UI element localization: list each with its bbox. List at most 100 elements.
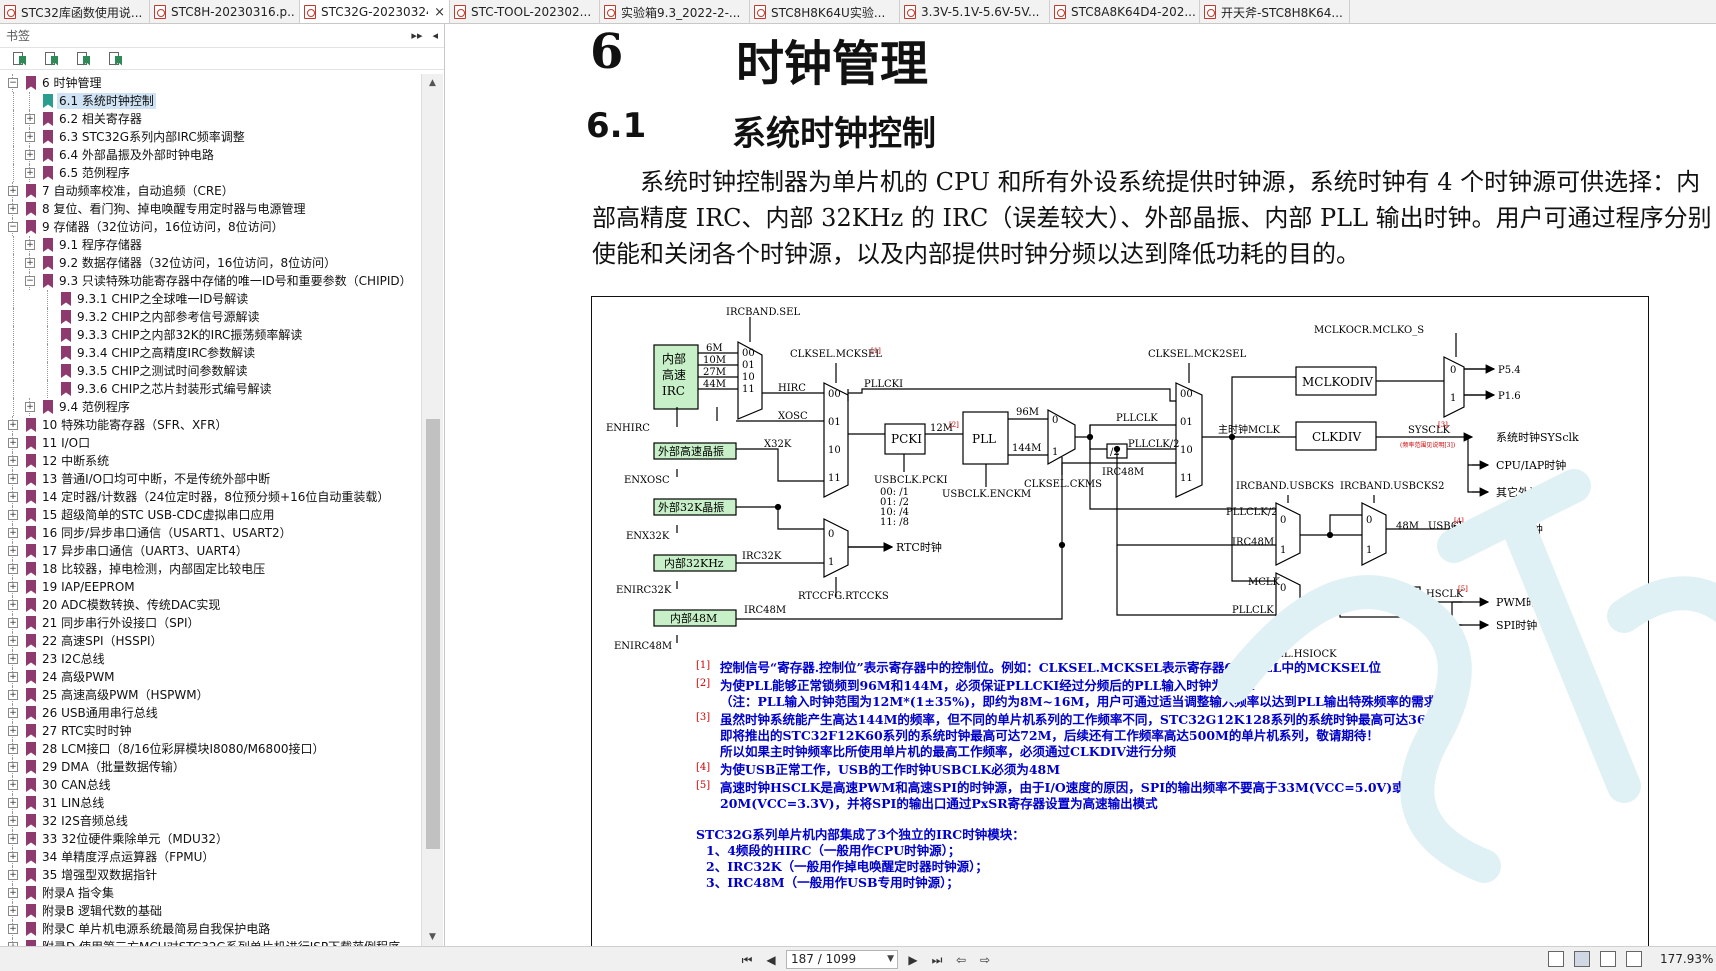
bookmark-item[interactable]: +6.3 STC32G系列内部IRC频率调整: [0, 128, 420, 146]
bookmark-item[interactable]: +6.5 范例程序: [0, 164, 420, 182]
expand-icon[interactable]: +: [25, 132, 35, 142]
first-page-icon[interactable]: ⏮: [738, 951, 756, 969]
tab-1[interactable]: STC8H-20230316.p...: [150, 0, 300, 23]
bookmark-item[interactable]: + 附录A 指令集: [0, 884, 420, 902]
close-tab-icon[interactable]: ×: [434, 5, 445, 20]
collapse-icon[interactable]: −: [8, 78, 18, 88]
expand-icon[interactable]: +: [8, 762, 18, 772]
bookmark-item[interactable]: +22 高速SPI（HSSPI）: [0, 632, 420, 650]
bookmark-item[interactable]: +20 ADC模数转换、传统DAC实现: [0, 596, 420, 614]
last-page-icon[interactable]: ⏭: [928, 951, 946, 969]
bookmark-item[interactable]: 9.3.2 CHIP之内部参考信号源解读: [0, 308, 420, 326]
bookmark-expand-icon[interactable]: [44, 51, 62, 67]
tab-2[interactable]: STC32G-20230324(1... ×: [300, 0, 450, 23]
expand-icon[interactable]: +: [8, 690, 18, 700]
tab-4[interactable]: 实验箱9.3_2022-2-...: [600, 0, 750, 23]
single-page-view-icon[interactable]: [1548, 951, 1564, 967]
next-page-icon[interactable]: ▶: [904, 951, 922, 969]
collapse-icon[interactable]: −: [8, 222, 18, 232]
bookmark-item[interactable]: +19 IAP/EEPROM: [0, 578, 420, 596]
bookmark-item[interactable]: +6.4 外部晶振及外部时钟电路: [0, 146, 420, 164]
expand-icon[interactable]: +: [25, 150, 35, 160]
expand-icon[interactable]: +: [25, 402, 35, 412]
expand-icon[interactable]: +: [25, 168, 35, 178]
tab-0[interactable]: STC32库函数使用说...: [0, 0, 150, 23]
bookmark-search-icon[interactable]: [108, 51, 126, 67]
scroll-down-arrow-icon[interactable]: ▼: [429, 932, 436, 942]
expand-icon[interactable]: +: [8, 888, 18, 898]
expand-icon[interactable]: +: [8, 564, 18, 574]
bookmark-item[interactable]: +15 超级简单的STC USB-CDC虚拟串口应用: [0, 506, 420, 524]
go-forward-icon[interactable]: ⇨: [976, 951, 994, 969]
bookmark-item[interactable]: +11 I/O口: [0, 434, 420, 452]
expand-icon[interactable]: +: [8, 546, 18, 556]
bookmark-item[interactable]: +10 特殊功能寄存器（SFR、XFR）: [0, 416, 420, 434]
tab-6[interactable]: 3.3V-5.1V-5.6V-5V...: [900, 0, 1050, 23]
go-back-icon[interactable]: ⇦: [952, 951, 970, 969]
bookmark-item[interactable]: +8 复位、看门狗、掉电唤醒专用定时器与电源管理: [0, 200, 420, 218]
bookmark-item[interactable]: +17 异步串口通信（UART3、UART4）: [0, 542, 420, 560]
bookmarks-scrollbar[interactable]: ▲ ▼: [421, 74, 443, 946]
scrollbar-thumb[interactable]: [426, 419, 440, 849]
bookmark-item[interactable]: +26 USB通用串行总线: [0, 704, 420, 722]
bookmark-item[interactable]: 9.3.4 CHIP之高精度IRC参数解读: [0, 344, 420, 362]
bookmark-item[interactable]: +21 同步串行外设接口（SPI）: [0, 614, 420, 632]
expand-icon[interactable]: +: [25, 258, 35, 268]
expand-icon[interactable]: +: [8, 834, 18, 844]
facing-view-icon[interactable]: [1600, 951, 1616, 967]
bookmark-item[interactable]: +18 比较器，掉电检测，内部固定比较电压: [0, 560, 420, 578]
bookmark-item[interactable]: +9.1 程序存储器: [0, 236, 420, 254]
bookmark-item[interactable]: + 附录C 单片机电源系统最简易自我保护电路: [0, 920, 420, 938]
bookmark-item[interactable]: +27 RTC实时时钟: [0, 722, 420, 740]
collapse-panel-icon[interactable]: ◂: [432, 29, 438, 42]
expand-icon[interactable]: +: [8, 474, 18, 484]
page-dropdown-icon[interactable]: ▼: [887, 951, 894, 968]
expand-icon[interactable]: +: [8, 726, 18, 736]
expand-icon[interactable]: +: [8, 744, 18, 754]
bookmark-item[interactable]: 9.3.1 CHIP之全球唯一ID号解读: [0, 290, 420, 308]
expand-icon[interactable]: +: [8, 852, 18, 862]
tab-7[interactable]: STC8A8K64D4-202...: [1050, 0, 1200, 23]
bookmark-item[interactable]: 9.3.5 CHIP之测试时间参数解读: [0, 362, 420, 380]
bookmark-item[interactable]: +34 单精度浮点运算器（FPMU）: [0, 848, 420, 866]
expand-icon[interactable]: +: [8, 492, 18, 502]
bookmark-item[interactable]: +7 自动频率校准，自动追频（CRE）: [0, 182, 420, 200]
expand-icon[interactable]: +: [8, 456, 18, 466]
bookmark-item[interactable]: +33 32位硬件乘除单元（MDU32）: [0, 830, 420, 848]
bookmark-item[interactable]: +35 增强型双数据指针: [0, 866, 420, 884]
bookmark-item[interactable]: +6.2 相关寄存器: [0, 110, 420, 128]
expand-icon[interactable]: +: [8, 510, 18, 520]
previous-page-icon[interactable]: ◀: [762, 951, 780, 969]
bookmark-item[interactable]: +24 高级PWM: [0, 668, 420, 686]
bookmark-item[interactable]: +32 I2S音频总线: [0, 812, 420, 830]
expand-icon[interactable]: +: [8, 438, 18, 448]
expand-panel-icon[interactable]: ▸▸: [411, 29, 422, 42]
bookmark-item[interactable]: − 6 时钟管理: [0, 74, 420, 92]
expand-icon[interactable]: +: [8, 708, 18, 718]
tab-8[interactable]: 开天斧-STC8H8K64...: [1200, 0, 1350, 23]
expand-icon[interactable]: +: [8, 600, 18, 610]
book-view-icon[interactable]: [1626, 951, 1642, 967]
bookmark-item[interactable]: +23 I2C总线: [0, 650, 420, 668]
expand-icon[interactable]: +: [8, 672, 18, 682]
expand-icon[interactable]: +: [8, 798, 18, 808]
zoom-level[interactable]: 177.93%: [1660, 952, 1713, 966]
continuous-view-icon[interactable]: [1574, 951, 1590, 967]
tab-3[interactable]: STC-TOOL-202302...: [450, 0, 600, 23]
bookmark-settings-icon[interactable]: [12, 51, 30, 67]
expand-icon[interactable]: +: [8, 816, 18, 826]
scroll-up-arrow-icon[interactable]: ▲: [429, 78, 436, 88]
bookmark-item[interactable]: +12 中断系统: [0, 452, 420, 470]
bookmark-item[interactable]: 9.3.6 CHIP之芯片封装形式编号解读: [0, 380, 420, 398]
bookmark-item[interactable]: +30 CAN总线: [0, 776, 420, 794]
expand-icon[interactable]: +: [8, 186, 18, 196]
bookmark-add-icon[interactable]: [76, 51, 94, 67]
expand-icon[interactable]: +: [8, 204, 18, 214]
bookmark-item[interactable]: +9.4 范例程序: [0, 398, 420, 416]
bookmark-item[interactable]: + 附录B 逻辑代数的基础: [0, 902, 420, 920]
bookmark-item[interactable]: 9.3.3 CHIP之内部32K的IRC振荡频率解读: [0, 326, 420, 344]
expand-icon[interactable]: +: [8, 780, 18, 790]
expand-icon[interactable]: +: [25, 240, 35, 250]
tab-5[interactable]: STC8H8K64U实验...: [750, 0, 900, 23]
page-number-field[interactable]: 187 / 1099 ▼: [786, 950, 898, 969]
